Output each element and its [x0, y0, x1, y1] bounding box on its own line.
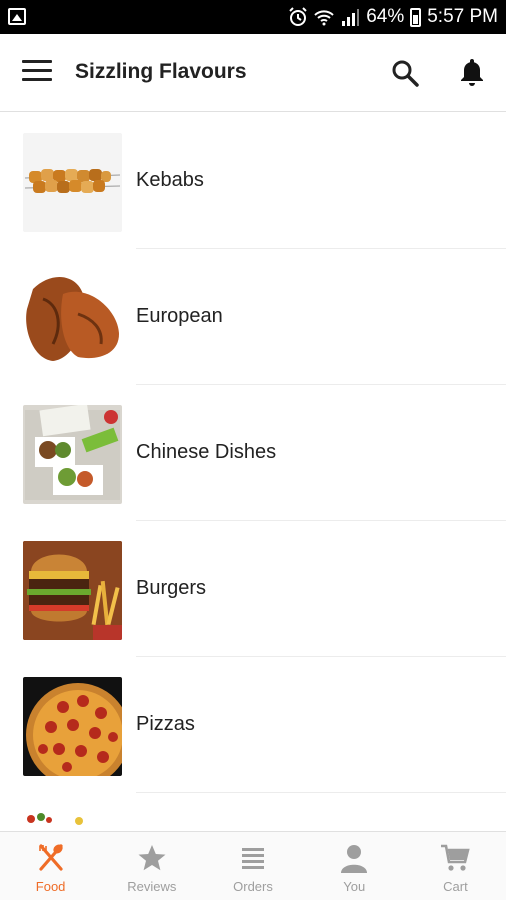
list-item-chinese-dishes[interactable]: Chinese Dishes — [0, 385, 506, 521]
nav-food[interactable]: Food — [0, 832, 101, 900]
nav-reviews[interactable]: Reviews — [101, 832, 202, 900]
battery-percent: 64% — [366, 6, 405, 27]
category-label: Kebabs — [136, 169, 204, 191]
european-image — [23, 269, 122, 368]
nav-label: Orders — [233, 879, 273, 894]
bottom-navigation: Food Reviews Orders You Cart — [0, 831, 506, 900]
category-label: European — [136, 305, 223, 327]
partial-category-image — [23, 813, 122, 831]
chinese-dishes-image — [23, 405, 122, 504]
notification-bell-icon[interactable] — [456, 56, 488, 88]
nav-label: Food — [35, 879, 66, 894]
cart-icon — [441, 844, 471, 871]
category-label: Pizzas — [136, 713, 195, 735]
search-icon[interactable] — [390, 58, 420, 88]
status-bar: 64% 5:57 PM — [0, 0, 506, 34]
nav-orders[interactable]: Orders — [202, 832, 303, 900]
list-icon — [242, 848, 264, 869]
status-indicators: 64% 5:57 PM — [288, 6, 498, 28]
nav-you[interactable]: You — [304, 832, 405, 900]
signal-icon — [342, 9, 360, 26]
star-icon — [138, 845, 166, 871]
category-label: Burgers — [136, 577, 207, 599]
kebabs-image — [23, 133, 122, 232]
battery-icon — [410, 7, 422, 27]
nav-label: You — [343, 879, 366, 894]
gallery-notification-icon — [8, 8, 26, 25]
list-item-partial[interactable] — [0, 793, 506, 831]
nav-cart[interactable]: Cart — [405, 832, 506, 900]
alarm-icon — [289, 7, 307, 26]
list-item-kebabs[interactable]: Kebabs — [0, 113, 506, 249]
pizzas-image — [23, 677, 122, 776]
menu-button[interactable] — [22, 60, 54, 86]
category-list: Kebabs European Chinese Dishes Burgers P… — [0, 113, 506, 831]
status-time: 5:57 PM — [427, 6, 498, 27]
person-icon — [341, 845, 368, 873]
nav-label: Cart — [443, 879, 468, 894]
page-title: Sizzling Flavours — [75, 60, 247, 83]
category-label: Chinese Dishes — [136, 441, 277, 463]
nav-label: Reviews — [127, 879, 177, 894]
list-item-european[interactable]: European — [0, 249, 506, 385]
fork-spoon-icon — [38, 844, 63, 871]
list-item-burgers[interactable]: Burgers — [0, 521, 506, 657]
app-bar: Sizzling Flavours — [0, 34, 506, 112]
list-item-pizzas[interactable]: Pizzas — [0, 657, 506, 793]
wifi-icon — [314, 10, 334, 26]
burgers-image — [23, 541, 122, 640]
